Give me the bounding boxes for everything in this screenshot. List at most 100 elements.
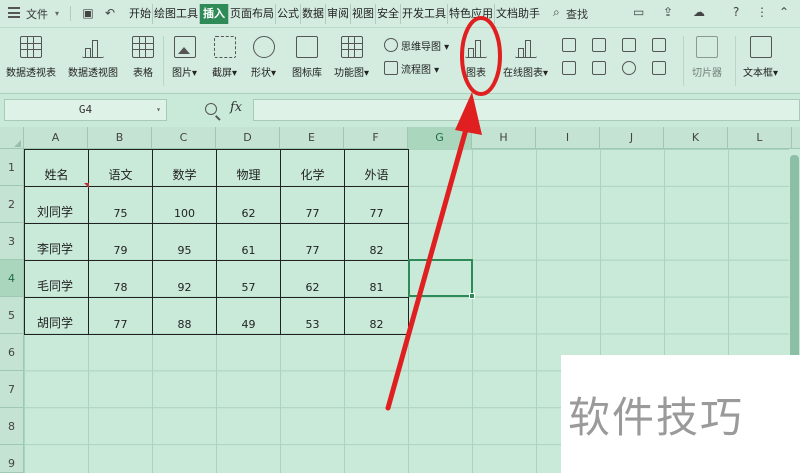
table-cell[interactable]: 82 [344, 223, 409, 261]
table-cell[interactable]: 78 [88, 260, 153, 298]
select-all-corner[interactable] [0, 127, 24, 149]
table-cell[interactable]: 49 [216, 297, 281, 335]
chart-button[interactable]: 图表 [465, 36, 487, 79]
line-chart-icon[interactable] [622, 38, 636, 52]
table-cell[interactable]: 77 [280, 223, 345, 261]
row-header[interactable]: 2 [0, 186, 24, 223]
shape-button[interactable]: 形状▾ [251, 36, 276, 79]
table-cell[interactable]: 外语 [344, 149, 409, 187]
table-cell[interactable]: 化学 [280, 149, 345, 187]
table-cell[interactable]: 77 [88, 297, 153, 335]
table-cell[interactable]: 数学 [152, 149, 217, 187]
hamburger-menu-icon[interactable] [8, 7, 20, 18]
table-cell[interactable]: 毛同学 [24, 260, 89, 298]
tab-view[interactable]: 视图 [351, 4, 376, 24]
table-cell[interactable]: 李同学 [24, 223, 89, 261]
help-icon[interactable]: ? [733, 5, 739, 19]
table-cell[interactable]: 77 [344, 186, 409, 224]
formula-input[interactable] [253, 99, 800, 121]
table-cell[interactable]: 75 [88, 186, 153, 224]
column-header-selected[interactable]: G [408, 127, 472, 149]
column-header[interactable]: A [24, 127, 88, 149]
table-cell[interactable]: 81 [344, 260, 409, 298]
row-header[interactable]: 9 [0, 445, 24, 473]
icon-library-button[interactable]: 图标库 [292, 36, 322, 79]
table-cell[interactable]: 刘同学 [24, 186, 89, 224]
save-icon[interactable]: ▣ [80, 5, 96, 21]
tab-drawing-tools[interactable]: 绘图工具 [153, 4, 200, 24]
file-menu[interactable]: 文件 [26, 6, 48, 22]
share-icon[interactable]: ⇪ [663, 5, 673, 19]
column-header[interactable]: D [216, 127, 280, 149]
more-icon[interactable]: ⋮ [756, 5, 768, 19]
table-cell[interactable]: 82 [344, 297, 409, 335]
table-cell[interactable]: 姓名 [24, 149, 89, 187]
table-button[interactable]: 表格 [132, 36, 154, 79]
column-header[interactable]: K [664, 127, 728, 149]
column-header[interactable]: J [600, 127, 664, 149]
row-header-selected[interactable]: 4 [0, 260, 24, 297]
textbox-button[interactable]: 文本框▾ [743, 36, 778, 79]
tab-doc-assistant[interactable]: 文档助手 [495, 4, 541, 24]
table-cell[interactable]: 语文 [88, 149, 153, 187]
slicer-button[interactable]: 切片器 [692, 36, 722, 79]
tab-special-apps[interactable]: 特色应用 [448, 4, 495, 24]
table-cell[interactable]: 92 [152, 260, 217, 298]
pie-chart-icon[interactable] [622, 61, 636, 75]
table-cell[interactable]: 物理 [216, 149, 281, 187]
flowchart-button[interactable]: 流程图 ▾ [401, 61, 439, 76]
online-chart-button[interactable]: 在线图表▾ [503, 36, 548, 79]
table-cell[interactable]: 95 [152, 223, 217, 261]
column-header[interactable]: E [280, 127, 344, 149]
pivot-table-button[interactable]: 数据透视表 [6, 36, 56, 79]
column-header[interactable]: H [472, 127, 536, 149]
column-header[interactable]: L [728, 127, 792, 149]
row-header[interactable]: 8 [0, 408, 24, 445]
pivot-chart-button[interactable]: 数据透视图 [68, 36, 118, 79]
tab-data[interactable]: 数据 [301, 4, 326, 24]
table-cell[interactable]: 77 [280, 186, 345, 224]
tab-developer[interactable]: 开发工具 [401, 4, 448, 24]
function-chart-button[interactable]: 功能图▾ [334, 36, 369, 79]
tab-review[interactable]: 审阅 [326, 4, 351, 24]
tab-page-layout[interactable]: 页面布局 [229, 4, 276, 24]
table-cell[interactable]: 胡同学 [24, 297, 89, 335]
area-chart-icon[interactable] [562, 61, 576, 75]
undo-icon[interactable]: ↶ [102, 5, 118, 21]
row-header[interactable]: 7 [0, 371, 24, 408]
mind-map-button[interactable]: 思维导图 ▾ [401, 38, 449, 53]
picture-button[interactable]: 图片▾ [172, 36, 197, 79]
search-icon[interactable]: ⌕ [553, 5, 560, 20]
screenshot-button[interactable]: 截屏▾ [212, 36, 237, 79]
table-cell[interactable]: 79 [88, 223, 153, 261]
fill-handle[interactable] [469, 293, 475, 299]
column-header[interactable]: C [152, 127, 216, 149]
column-header[interactable]: F [344, 127, 408, 149]
tab-formulas[interactable]: 公式 [276, 4, 301, 24]
cloud-sync-icon[interactable]: ☁ [693, 5, 705, 19]
table-cell[interactable]: 61 [216, 223, 281, 261]
radar-chart-icon[interactable] [652, 38, 666, 52]
tab-security[interactable]: 安全 [376, 4, 401, 24]
stock-chart-icon[interactable] [592, 61, 606, 75]
row-header[interactable]: 3 [0, 223, 24, 260]
chevron-down-icon[interactable]: ▾ [55, 9, 59, 18]
column-chart-icon[interactable] [562, 38, 576, 52]
name-box[interactable]: G4 ▾ [4, 99, 167, 121]
tab-insert[interactable]: 插入 [200, 4, 229, 24]
table-cell[interactable]: 62 [216, 186, 281, 224]
column-header[interactable]: B [88, 127, 152, 149]
table-cell[interactable]: 100 [152, 186, 217, 224]
zoom-icon[interactable] [205, 103, 217, 115]
row-header[interactable]: 1 [0, 149, 24, 186]
bar-chart-icon[interactable] [592, 38, 606, 52]
table-cell[interactable]: 53 [280, 297, 345, 335]
fx-button[interactable]: fx [230, 100, 242, 115]
tab-home[interactable]: 开始 [128, 4, 153, 24]
search-button[interactable]: 查找 [566, 6, 588, 22]
column-header[interactable]: I [536, 127, 600, 149]
table-cell[interactable]: 57 [216, 260, 281, 298]
row-header[interactable]: 6 [0, 334, 24, 371]
table-cell[interactable]: 88 [152, 297, 217, 335]
table-cell[interactable]: 62 [280, 260, 345, 298]
